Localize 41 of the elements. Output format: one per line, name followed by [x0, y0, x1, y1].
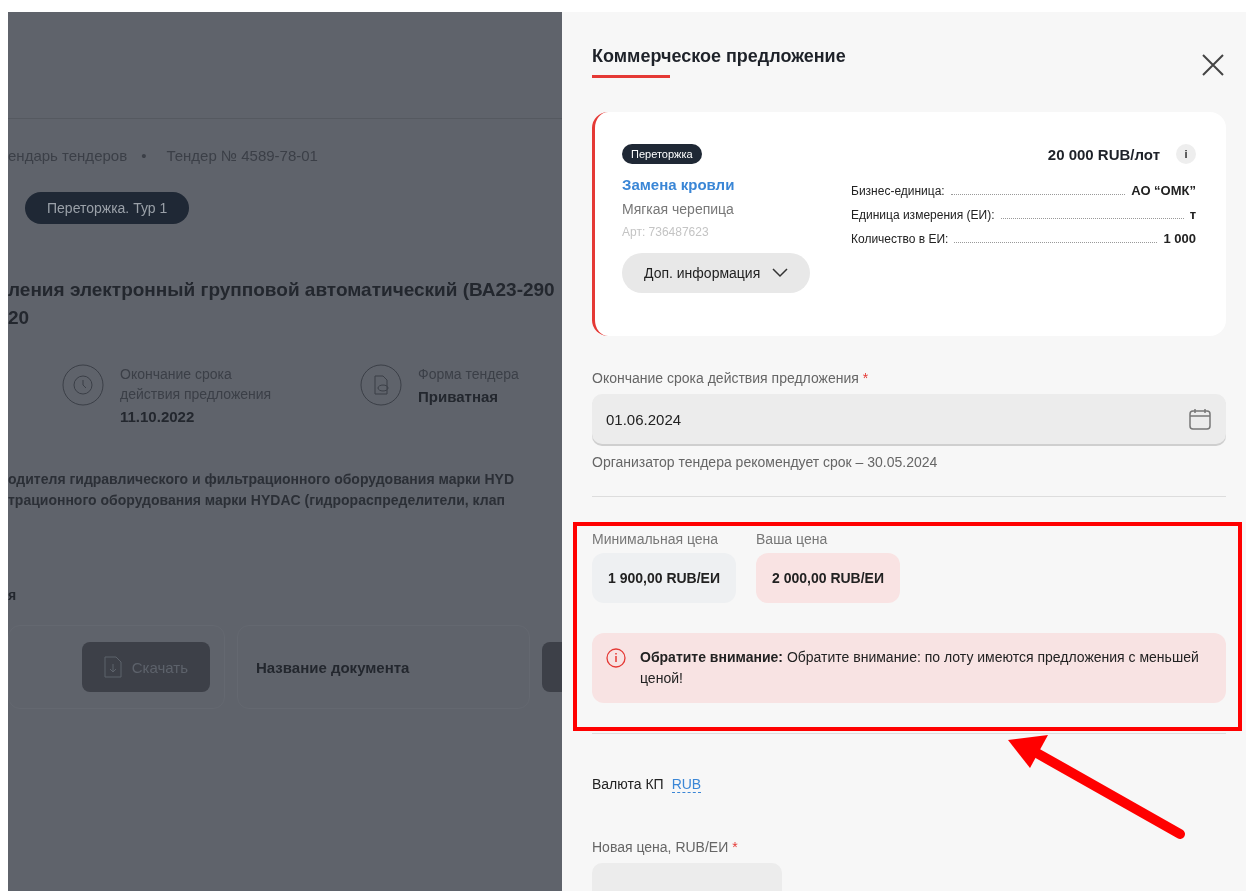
info-icon[interactable]: i: [1176, 144, 1196, 164]
detail-value: АО “ОМК”: [1131, 183, 1196, 198]
alert-text: Обратите внимание: Обратите внимание: по лоту имеются предложения с меньшей ценой!: [640, 648, 1200, 688]
price-label: Ваша цена: [756, 531, 829, 547]
breadcrumb-separator: •: [141, 147, 147, 164]
price-value: 1 900,00 RUB/ЕИ: [592, 553, 736, 603]
field-hint: Организатор тендера рекомендует срок – 30.05.2024: [592, 454, 939, 470]
lot-price: 20 000 RUB/лот: [1047, 145, 1160, 163]
currency-link[interactable]: RUB: [671, 776, 702, 793]
close-icon: [1200, 52, 1226, 78]
field-label: Окончание срока действия предложения *: [592, 370, 870, 386]
detail-label: Количество в ЕИ:: [851, 232, 949, 246]
field-label: Новая цена, RUB/ЕИ *: [592, 839, 739, 855]
detail-label: Бизнес-единица:: [851, 184, 945, 198]
price-label: Минимальная цена: [592, 531, 720, 547]
chevron-down-icon: [772, 268, 789, 278]
info-value: 11.10.2022: [120, 408, 196, 425]
article-number: Арт: 736487623: [622, 225, 709, 239]
document-eye-icon: [360, 364, 402, 406]
more-info-button[interactable]: Доп. информация: [622, 253, 811, 293]
detail-label: Единица измерения (ЕИ):: [851, 208, 995, 222]
button-edge: [542, 642, 562, 692]
stage-badge: Переторжка. Тур 1: [25, 192, 190, 224]
close-button[interactable]: [1200, 52, 1226, 78]
section-heading: я: [8, 587, 18, 603]
date-field[interactable]: 01.06.2024: [592, 394, 1226, 444]
lot-subtitle: Мягкая черепица: [622, 201, 734, 217]
tender-title: ления электронный групповой автоматический (ВА23-290 20: [8, 278, 556, 330]
clock-icon: [62, 364, 104, 406]
status-badge: Переторжка: [622, 144, 702, 164]
info-value: Приватная: [418, 388, 500, 405]
detail-value: 1 000: [1163, 231, 1196, 246]
detail-value: т: [1189, 207, 1196, 222]
currency-label: Валюта КП: [592, 776, 664, 793]
calendar-icon: [1188, 407, 1212, 431]
info-icon: [606, 648, 626, 668]
price-value: 2 000,00 RUB/ЕИ: [756, 553, 901, 603]
file-download-icon: [103, 656, 122, 678]
panel-title: Коммерческое предложение: [592, 46, 846, 67]
lot-name-link[interactable]: Замена кровли: [622, 176, 735, 193]
document-name: Название документа: [255, 658, 410, 676]
